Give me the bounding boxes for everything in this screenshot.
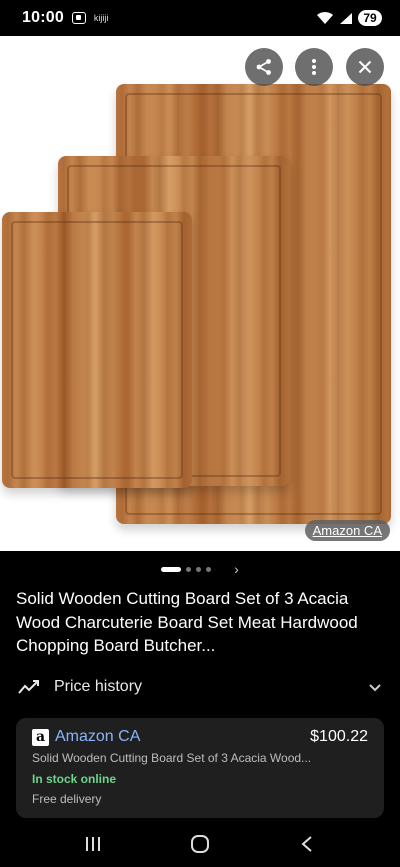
status-time: 10:00: [22, 9, 64, 26]
battery-badge: 79: [358, 10, 382, 26]
more-vert-icon: [312, 59, 316, 75]
home-button[interactable]: [180, 829, 220, 859]
more-options-button[interactable]: [295, 48, 333, 86]
recents-button[interactable]: [73, 829, 113, 859]
image-source-link[interactable]: Amazon CA: [304, 520, 390, 541]
chevron-right-icon[interactable]: ›: [234, 562, 239, 576]
screenshot-icon: [71, 12, 86, 24]
share-icon: [256, 59, 271, 75]
product-title[interactable]: Solid Wooden Cutting Board Set of 3 Acac…: [16, 587, 386, 658]
carousel-dot[interactable]: [206, 566, 212, 572]
offer-header: a Amazon CA $100.22: [32, 728, 368, 746]
back-icon: [301, 835, 312, 852]
signal-icon: [340, 12, 352, 24]
delivery-info: Free delivery: [32, 792, 102, 806]
status-bar: 10:00 kijiji 79: [0, 0, 400, 36]
amazon-logo-icon: a: [32, 728, 49, 746]
status-left: 10:00 kijiji: [22, 9, 108, 27]
wifi-icon: [317, 11, 333, 24]
carousel-dot[interactable]: [196, 566, 202, 572]
price-history-row[interactable]: Price history: [0, 670, 400, 704]
stock-status: In stock online: [32, 772, 117, 786]
chevron-down-icon[interactable]: [368, 680, 382, 694]
close-icon: [358, 60, 372, 74]
system-nav-bar: [0, 820, 400, 867]
share-button[interactable]: [245, 48, 283, 86]
carousel-dot-active[interactable]: [161, 566, 182, 572]
cutting-board-small-image: [2, 212, 192, 488]
close-button[interactable]: [346, 48, 384, 86]
home-icon: [190, 834, 209, 853]
offer-description: Solid Wooden Cutting Board Set of 3 Acac…: [32, 751, 312, 765]
status-app-label: kijiji: [93, 13, 109, 23]
status-right: 79: [316, 10, 382, 26]
carousel-dot[interactable]: [186, 566, 192, 572]
product-image-panel[interactable]: Amazon CA: [0, 36, 400, 551]
offer-card[interactable]: a Amazon CA $100.22 Solid Wooden Cutting…: [16, 718, 384, 818]
trending-icon: [18, 680, 39, 694]
offer-price: $100.22: [310, 728, 368, 745]
price-history-label: Price history: [54, 678, 143, 695]
store-name-link[interactable]: Amazon CA: [55, 728, 140, 746]
image-carousel-indicator: ›: [0, 561, 400, 577]
recents-icon: [86, 836, 101, 851]
back-button[interactable]: [287, 829, 327, 859]
